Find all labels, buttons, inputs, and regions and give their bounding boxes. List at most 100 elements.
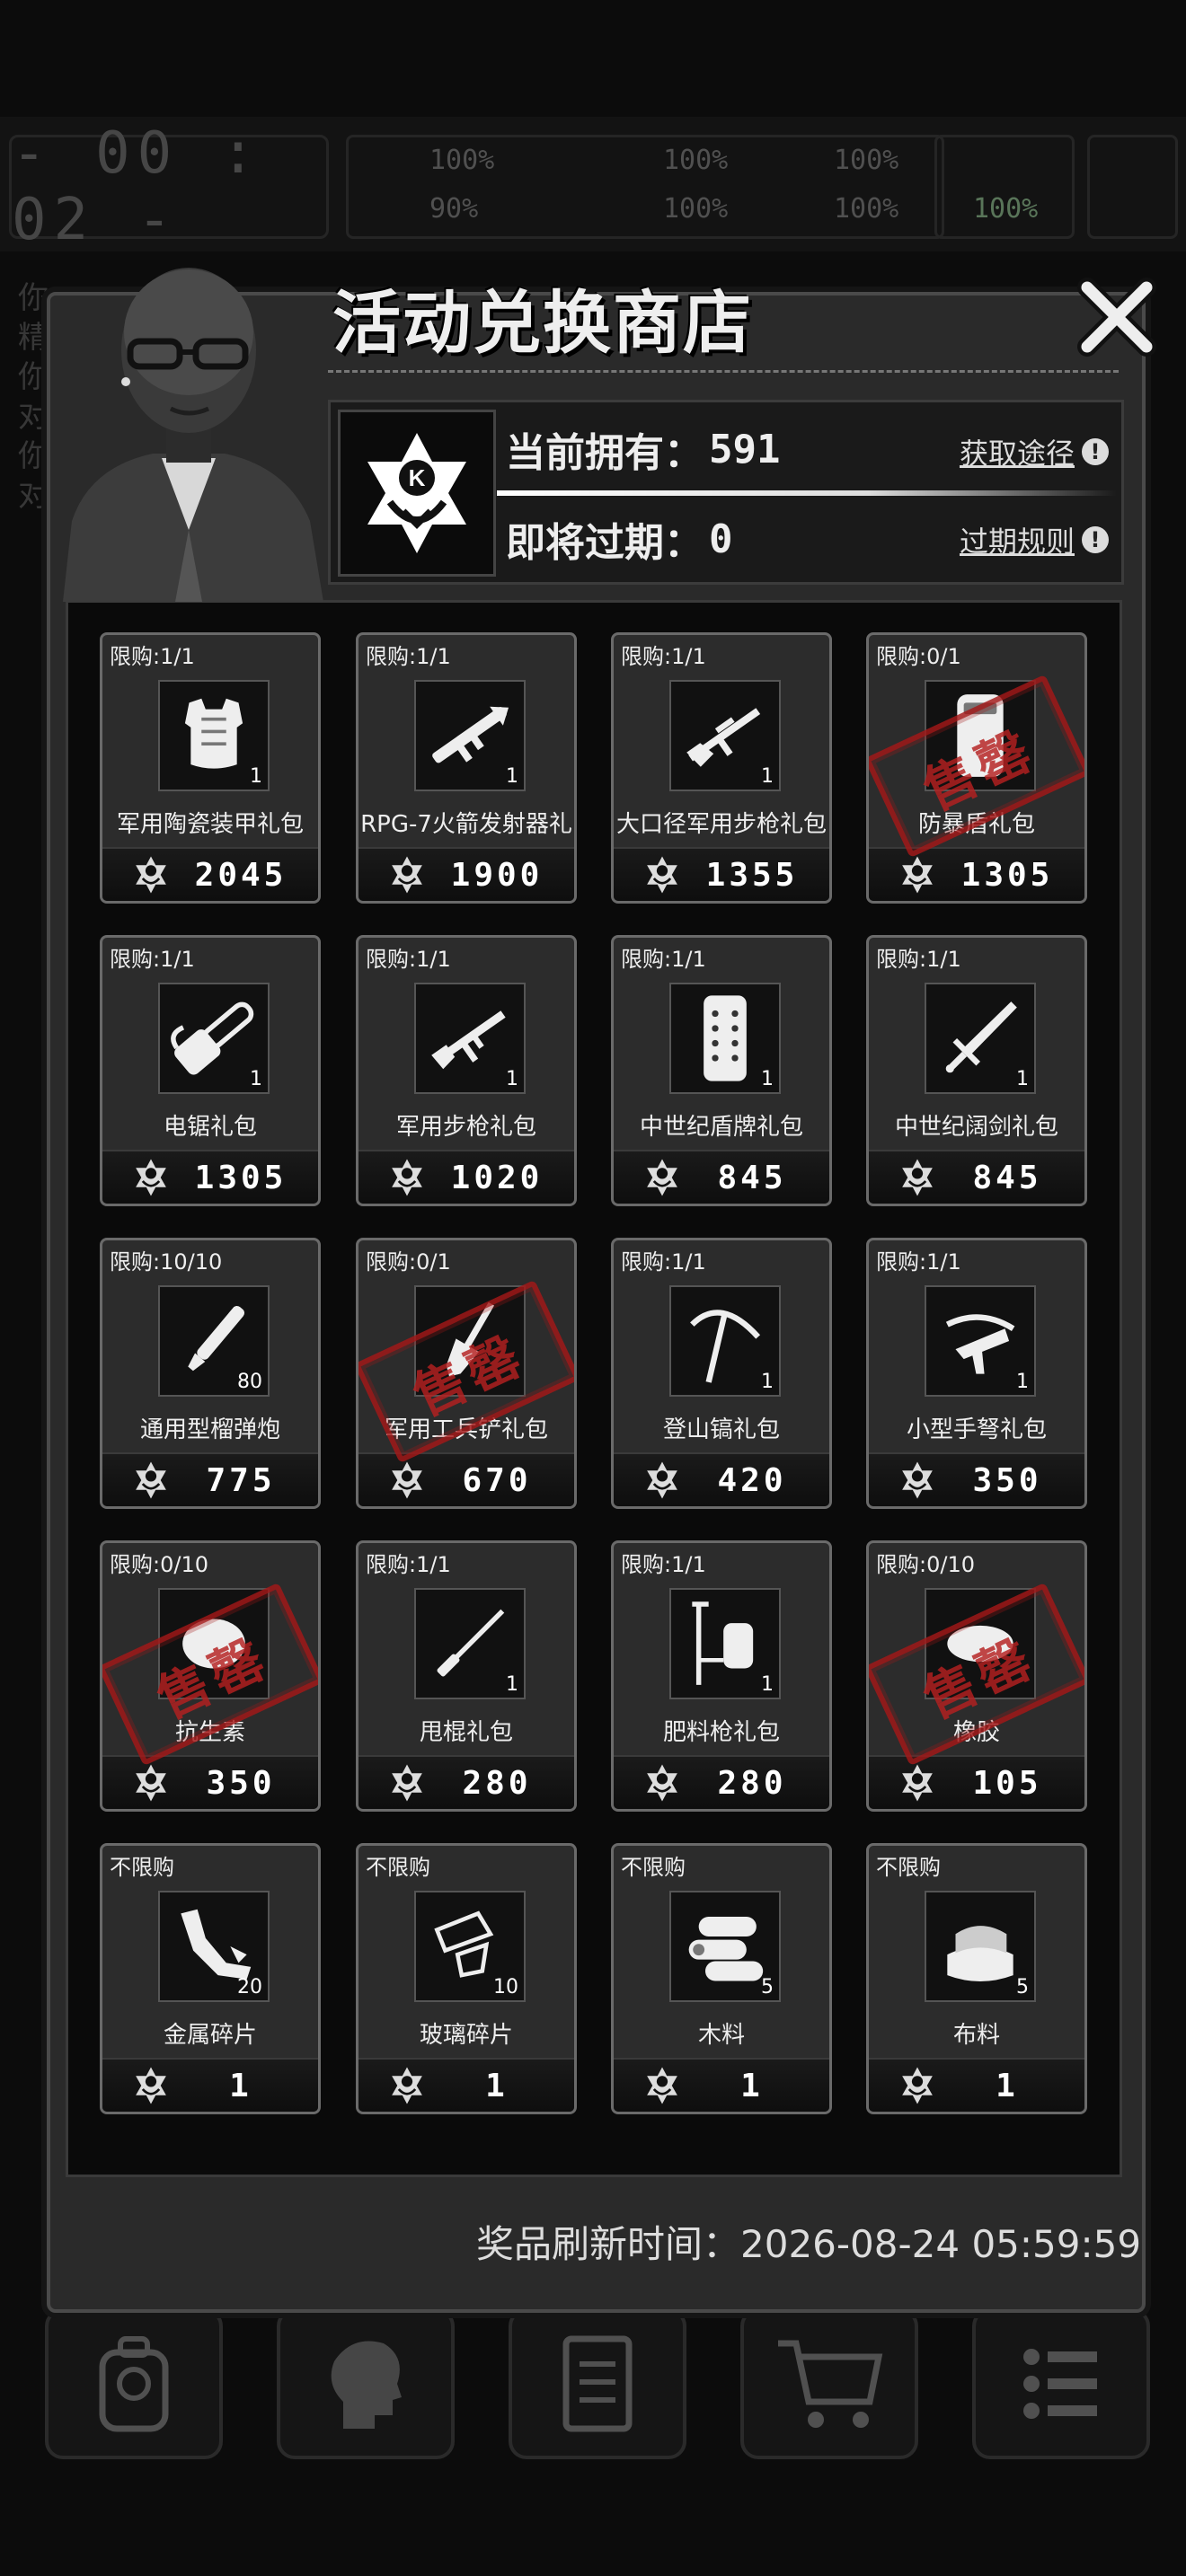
price-bar: 1: [102, 2058, 318, 2112]
item-name: 中世纪盾牌礼包: [639, 1114, 803, 1141]
shop-item-card[interactable]: 限购:0/10 抗生素 350 售罄: [100, 1540, 321, 1812]
token-icon: [647, 1764, 677, 1802]
stat-value: 100%: [663, 145, 729, 176]
backpack-icon: [99, 2336, 169, 2432]
item-price: 775: [206, 1461, 276, 1499]
item-price: 280: [462, 1764, 532, 1802]
item-price: 670: [462, 1461, 532, 1499]
shop-item-card[interactable]: 限购:1/1 1 电锯礼包 1305: [100, 935, 321, 1206]
shop-item-card[interactable]: 不限购 20 金属碎片 1: [100, 1843, 321, 2114]
armor-vest-icon: [184, 698, 243, 769]
shop-item-card[interactable]: 限购:1/1 1 中世纪阔剑礼包 845: [866, 935, 1087, 1206]
assault-rifle-icon: [431, 1010, 506, 1070]
shop-item-card[interactable]: 不限购 5 木料 1: [611, 1843, 832, 2114]
price-bar: 350: [869, 1452, 1084, 1506]
currency-divider: [497, 490, 1117, 496]
item-price: 1305: [960, 856, 1054, 894]
purchase-limit: 限购:1/1: [621, 1552, 706, 1577]
token-icon: [136, 2067, 166, 2104]
price-bar: 350: [102, 1755, 318, 1809]
svg-text:K: K: [409, 464, 426, 491]
medieval-shield-icon: [704, 995, 747, 1081]
shop-item-card[interactable]: 限购:1/1 1 甩棍礼包 280: [356, 1540, 577, 1812]
obtain-link[interactable]: 获取途径 !: [960, 431, 1109, 472]
shop-item-card[interactable]: 限购:10/10 80 通用型榴弹炮 775: [100, 1238, 321, 1509]
purchase-limit: 不限购: [366, 1855, 430, 1880]
shop-item-card[interactable]: 限购:1/1 1 肥料枪礼包 280: [611, 1540, 832, 1812]
shop-item-card[interactable]: 限购:1/1 1 军用陶瓷装甲礼包 2045: [100, 632, 321, 904]
item-quantity: 1: [761, 1673, 774, 1696]
item-name: 中世纪阔剑礼包: [894, 1114, 1058, 1141]
shop-item-card[interactable]: 限购:1/1 1 军用步枪礼包 1020: [356, 935, 577, 1206]
token-icon: [136, 1461, 166, 1499]
token-icon: [902, 856, 933, 894]
shop-item-card[interactable]: 限购:0/10 橡胶 105 售罄: [866, 1540, 1087, 1812]
price-bar: 1: [869, 2058, 1084, 2112]
shop-item-card[interactable]: 限购:1/1 1 大口径军用步枪礼包 1355: [611, 632, 832, 904]
stat-value: 100%: [834, 145, 899, 176]
obtain-link-label: 获取途径: [959, 437, 1075, 471]
price-bar: 670: [358, 1452, 574, 1506]
purchase-limit: 限购:1/1: [110, 947, 195, 972]
item-icon-frame: 1: [669, 983, 781, 1094]
item-icon-frame: 1: [158, 680, 270, 791]
shop-item-card[interactable]: 不限购 10 玻璃碎片 1: [356, 1843, 577, 2114]
shop-item-card[interactable]: 限购:1/1 1 登山镐礼包 420: [611, 1238, 832, 1509]
nav-menu[interactable]: [972, 2308, 1150, 2459]
item-icon-frame: 5: [669, 1891, 781, 2002]
item-quantity: 1: [1016, 1068, 1029, 1090]
purchase-limit: 不限购: [876, 1855, 941, 1880]
item-price: 845: [717, 1159, 787, 1196]
cloth-icon: [947, 1926, 1013, 1981]
nav-shop[interactable]: [740, 2308, 918, 2459]
item-price: 1: [229, 2067, 252, 2104]
game-timer: - 00 : 02 -: [9, 120, 329, 253]
item-quantity: 1: [761, 1068, 774, 1090]
shop-item-card[interactable]: 不限购 5 布料 1: [866, 1843, 1087, 2114]
crossbow-icon: [945, 1314, 1015, 1374]
purchase-limit: 不限购: [110, 1855, 174, 1880]
purchase-limit: 限购:1/1: [621, 644, 706, 669]
item-icon-frame: 1: [925, 983, 1036, 1094]
item-name: 电锯礼包: [163, 1114, 257, 1141]
nav-notes[interactable]: [509, 2308, 686, 2459]
purchase-limit: 不限购: [621, 1855, 686, 1880]
item-name: 军用陶瓷装甲礼包: [116, 811, 304, 838]
price-bar: 1: [614, 2058, 829, 2112]
shop-item-card[interactable]: 限购:0/1 防暴盾礼包 1305 售罄: [866, 632, 1087, 904]
item-icon-frame: 1: [158, 983, 270, 1094]
price-bar: 1305: [102, 1150, 318, 1204]
item-quantity: 5: [761, 1976, 774, 1998]
item-icon-frame: 5: [925, 1891, 1036, 2002]
shop-title: 活动兑换商店: [332, 283, 753, 363]
token-emblem-icon: K: [367, 433, 466, 553]
token-icon: [902, 1764, 933, 1802]
token-icon: [647, 856, 677, 894]
nav-skills[interactable]: [277, 2308, 455, 2459]
currency-panel: K 当前拥有： 591 即将过期： 0 获取途径 ! 过期规则 !: [328, 400, 1124, 585]
purchase-limit: 限购:10/10: [110, 1249, 223, 1275]
nav-backpack[interactable]: [45, 2308, 223, 2459]
shop-item-card[interactable]: 限购:1/1 1 中世纪盾牌礼包 845: [611, 935, 832, 1206]
list-menu-icon: [1023, 2349, 1097, 2419]
chainsaw-icon: [171, 1001, 254, 1075]
item-price: 1: [996, 2067, 1019, 2104]
item-icon-frame: 1: [669, 680, 781, 791]
shop-item-card[interactable]: 限购:0/1 军用工兵铲礼包 670 售罄: [356, 1238, 577, 1509]
ice-axe-icon: [690, 1310, 761, 1383]
purchase-limit: 限购:1/1: [366, 1552, 451, 1577]
close-button[interactable]: [1074, 274, 1160, 360]
info-icon: !: [1082, 526, 1109, 553]
token-icon: [392, 1461, 422, 1499]
item-icon-frame: 1: [925, 1285, 1036, 1397]
status-bars: 100% 90% 100% 100% 100% 100%: [346, 135, 944, 239]
item-icon-frame: 1: [414, 1588, 526, 1699]
item-icon-frame: 10: [414, 1891, 526, 2002]
shop-item-card[interactable]: 限购:1/1 1 RPG-7火箭发射器礼 1900: [356, 632, 577, 904]
item-name: 金属碎片: [163, 2022, 257, 2049]
shop-item-card[interactable]: 限购:1/1 1 小型手弩礼包 350: [866, 1238, 1087, 1509]
purchase-limit: 限购:0/1: [876, 644, 961, 669]
token-icon: [902, 1159, 933, 1196]
close-icon: [1077, 278, 1156, 357]
expire-rules-link[interactable]: 过期规则 !: [960, 519, 1109, 560]
